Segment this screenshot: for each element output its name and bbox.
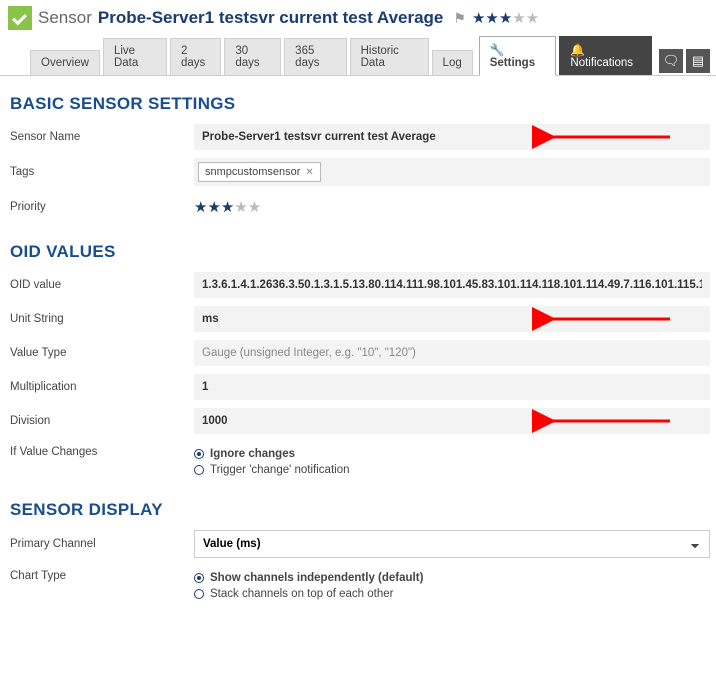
chart-type-label: Chart Type [6, 570, 194, 582]
tab-settings[interactable]: 🔧Settings [479, 36, 557, 76]
division-input[interactable] [194, 408, 710, 434]
oid-value-input[interactable] [194, 272, 710, 298]
bell-icon: 🔔 [570, 43, 585, 57]
priority-stars-header[interactable]: ★★★★★ [472, 9, 539, 27]
radio-label: Show channels independently (default) [210, 572, 423, 584]
primary-channel-label: Primary Channel [6, 538, 194, 550]
radio-icon [194, 589, 204, 599]
unit-string-label: Unit String [6, 313, 194, 325]
value-type-input [194, 340, 710, 366]
radio-icon [194, 465, 204, 475]
radio-icon [194, 573, 204, 583]
tab-bar: Overview Live Data 2 days 30 days 365 da… [0, 36, 716, 76]
sensor-name-input[interactable] [194, 124, 710, 150]
tab-overview[interactable]: Overview [30, 50, 100, 75]
tags-label: Tags [6, 166, 194, 178]
tab-settings-label: Settings [490, 57, 535, 69]
radio-show-independently[interactable]: Show channels independently (default) [194, 570, 710, 586]
section-display-title: SENSOR DISPLAY [0, 482, 716, 526]
radio-label: Trigger 'change' notification [210, 464, 350, 476]
tag-text: snmpcustomsensor [205, 166, 300, 178]
value-type-label: Value Type [6, 347, 194, 359]
multiplication-label: Multiplication [6, 381, 194, 393]
section-basic-title: BASIC SENSOR SETTINGS [0, 76, 716, 120]
tab-live-data[interactable]: Live Data [103, 38, 167, 75]
tab-365days[interactable]: 365 days [284, 38, 346, 75]
radio-ignore-changes[interactable]: Ignore changes [194, 446, 710, 462]
if-value-changes-label: If Value Changes [6, 446, 194, 458]
multiplication-input[interactable] [194, 374, 710, 400]
sensor-name-label: Sensor Name [6, 131, 194, 143]
priority-stars-input[interactable]: ★★★★★ [194, 198, 261, 216]
page-title: Probe-Server1 testsvr current test Avera… [98, 8, 444, 28]
tab-notifications[interactable]: 🔔Notifications [559, 36, 652, 75]
tags-input[interactable]: snmpcustomsensor ✕ [194, 158, 710, 186]
division-label: Division [6, 415, 194, 427]
section-oid-title: OID VALUES [0, 224, 716, 268]
tab-30days[interactable]: 30 days [224, 38, 281, 75]
wrench-icon: 🔧 [490, 43, 505, 57]
tab-historic[interactable]: Historic Data [350, 38, 429, 75]
radio-label: Stack channels on top of each other [210, 588, 393, 600]
tickets-button[interactable]: 🗨 [659, 49, 683, 73]
tag-remove-icon[interactable]: ✕ [305, 167, 313, 178]
unit-string-input[interactable] [194, 306, 710, 332]
radio-trigger-change[interactable]: Trigger 'change' notification [194, 462, 710, 478]
status-ok-icon [8, 6, 32, 30]
tab-notifications-label: Notifications [570, 57, 633, 69]
radio-stack-channels[interactable]: Stack channels on top of each other [194, 586, 710, 602]
breadcrumb-type: Sensor [38, 8, 92, 28]
tab-log[interactable]: Log [432, 50, 473, 75]
tag-chip[interactable]: snmpcustomsensor ✕ [198, 162, 321, 182]
page-header: Sensor Probe-Server1 testsvr current tes… [0, 0, 716, 36]
menu-button[interactable]: ▤ [686, 49, 710, 73]
radio-label: Ignore changes [210, 448, 295, 460]
oid-value-label: OID value [6, 279, 194, 291]
flag-icon[interactable]: ⚑ [453, 10, 466, 27]
primary-channel-select[interactable]: Value (ms) [194, 530, 710, 558]
radio-icon [194, 449, 204, 459]
tab-2days[interactable]: 2 days [170, 38, 221, 75]
priority-label: Priority [6, 201, 194, 213]
